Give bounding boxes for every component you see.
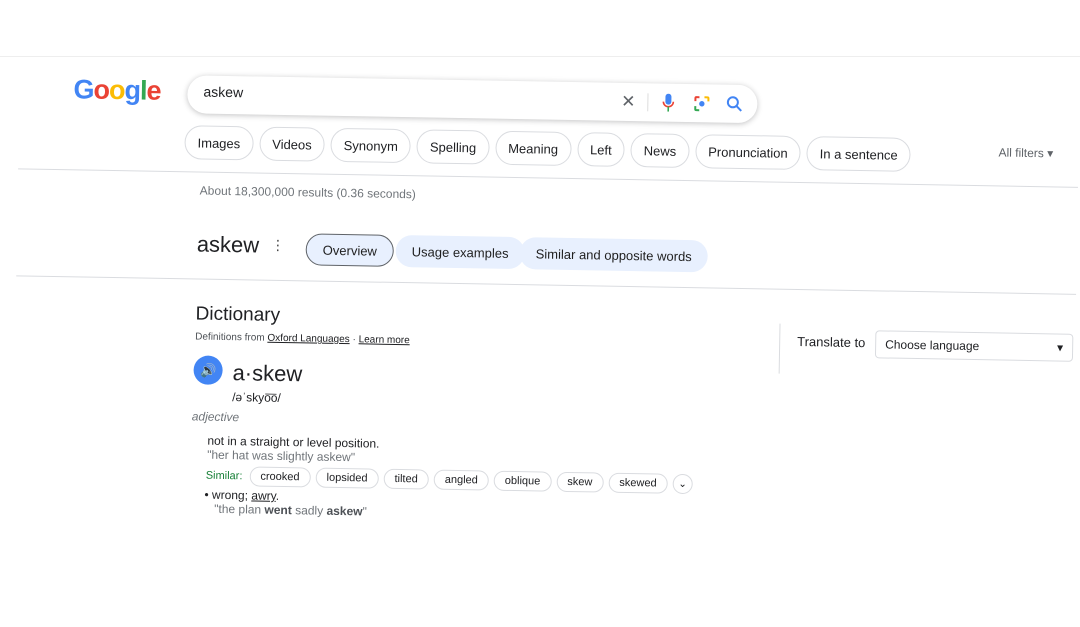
all-filters-button[interactable]: All filters ▾ xyxy=(998,145,1053,160)
headword: a·skew xyxy=(232,360,303,387)
similar-chip[interactable]: lopsided xyxy=(315,467,379,489)
chip-synonym[interactable]: Synonym xyxy=(330,127,412,164)
language-select-value: Choose language xyxy=(885,337,980,354)
divider xyxy=(18,168,1078,188)
similar-label: Similar: xyxy=(205,469,243,483)
all-filters-label: All filters xyxy=(998,145,1044,161)
chip-in-a-sentence[interactable]: In a sentence xyxy=(806,136,912,172)
similar-chip[interactable]: skew xyxy=(556,471,604,493)
divider xyxy=(647,93,649,112)
language-select[interactable]: Choose language ▾ xyxy=(874,330,1074,362)
oxford-link[interactable]: Oxford Languages xyxy=(267,333,349,345)
google-logo[interactable]: Google xyxy=(73,74,161,107)
chip-pronunciation[interactable]: Pronunciation xyxy=(694,134,801,170)
close-icon[interactable]: ✕ xyxy=(617,91,639,113)
example-text: " xyxy=(362,504,367,519)
search-icon[interactable] xyxy=(723,93,745,115)
awry-link[interactable]: awry xyxy=(251,488,276,502)
example: "the plan went sadly askew" xyxy=(214,502,367,519)
lens-icon[interactable] xyxy=(690,92,712,114)
filter-chips: Images Videos Synonym Spelling Meaning L… xyxy=(184,125,912,172)
similar-chip[interactable]: skewed xyxy=(608,472,668,494)
result-stats: About 18,300,000 results (0.36 seconds) xyxy=(199,183,416,202)
chip-spelling[interactable]: Spelling xyxy=(416,129,490,165)
source-prefix: Definitions from xyxy=(195,331,265,344)
part-of-speech: adjective xyxy=(191,409,240,425)
similar-chip[interactable]: crooked xyxy=(249,466,311,488)
similar-chip[interactable]: tilted xyxy=(383,468,429,490)
similar-chip[interactable]: oblique xyxy=(493,470,552,492)
chip-meaning[interactable]: Meaning xyxy=(494,130,572,166)
definition: • wrong; awry. xyxy=(204,487,280,503)
example-text: "the plan xyxy=(214,501,265,517)
speaker-icon[interactable]: 🔊 xyxy=(193,355,223,385)
word-title: askew xyxy=(196,231,260,258)
microphone-icon[interactable] xyxy=(657,91,679,113)
dropdown-arrow-icon: ▾ xyxy=(1047,146,1054,161)
logo-letter: o xyxy=(108,74,125,106)
example-text: sadly xyxy=(291,503,327,518)
expand-chevron-icon[interactable]: ⌄ xyxy=(672,473,693,495)
logo-letter: g xyxy=(124,75,141,106)
chip-left[interactable]: Left xyxy=(576,132,626,167)
learn-more-link[interactable]: Learn more xyxy=(359,334,410,346)
dictionary-source: Definitions from Oxford Languages · Lear… xyxy=(195,331,410,346)
dictionary-heading: Dictionary xyxy=(195,303,281,326)
translate-label: Translate to xyxy=(797,333,866,351)
chip-images[interactable]: Images xyxy=(184,125,254,161)
logo-letter: G xyxy=(73,74,94,105)
search-box: ✕ xyxy=(187,75,758,124)
separator: · xyxy=(352,334,356,346)
search-results-page: Google ✕ Images Videos Synonym Spelling … xyxy=(0,0,1080,627)
search-input[interactable] xyxy=(203,83,584,107)
chip-news[interactable]: News xyxy=(630,133,690,169)
tab-usage-examples[interactable]: Usage examples xyxy=(395,234,525,270)
dropdown-arrow-icon: ▾ xyxy=(1056,340,1064,355)
logo-letter: o xyxy=(93,74,110,105)
similar-chip[interactable]: angled xyxy=(433,469,490,491)
divider xyxy=(16,275,1077,295)
tab-similar-opposite[interactable]: Similar and opposite words xyxy=(519,237,709,273)
tab-overview[interactable]: Overview xyxy=(305,233,395,267)
divider xyxy=(778,323,781,374)
logo-letter: e xyxy=(146,75,161,106)
phonetic: /əˈskyo͞o/ xyxy=(232,390,281,405)
example-bold: went xyxy=(264,502,292,518)
more-options-icon[interactable]: ⋮ xyxy=(271,237,285,254)
definition-text: wrong; xyxy=(211,487,249,503)
chip-videos[interactable]: Videos xyxy=(258,126,326,162)
example-bold: askew xyxy=(326,503,363,519)
example: "her hat was slightly askew" xyxy=(207,447,356,465)
